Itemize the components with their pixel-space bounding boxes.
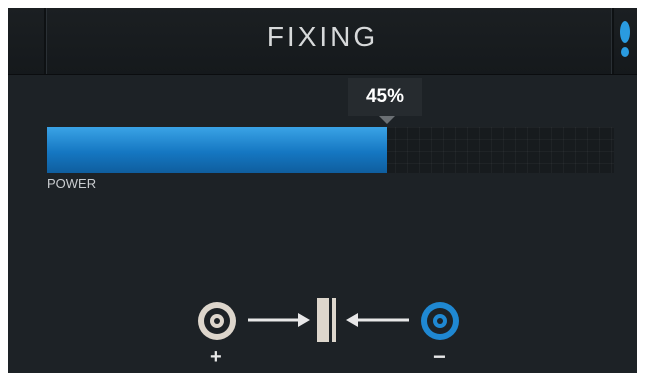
negative-electrode-icon (421, 302, 459, 340)
footprint-button[interactable] (614, 8, 637, 74)
power-bar-fill (47, 127, 388, 173)
header-bar: FIXING (8, 8, 637, 75)
positive-sign: + (210, 346, 222, 368)
tooltip-pointer (379, 116, 395, 124)
screen: FIXING 45% POWER + − (8, 8, 637, 373)
power-percent-tooltip: 45% (348, 78, 422, 116)
double-bar-icon (317, 298, 336, 342)
footprint-icon (620, 21, 630, 57)
power-label: POWER (47, 176, 97, 191)
power-slider[interactable] (47, 127, 614, 173)
electrode-diagram: + − (8, 288, 637, 373)
arrow-left-icon (346, 313, 409, 327)
positive-electrode-icon (198, 302, 236, 340)
electrode-diagram-graphic (198, 298, 459, 342)
negative-sign: − (433, 344, 446, 369)
page-title: FIXING (266, 21, 379, 52)
arrow-right-icon (248, 313, 310, 327)
